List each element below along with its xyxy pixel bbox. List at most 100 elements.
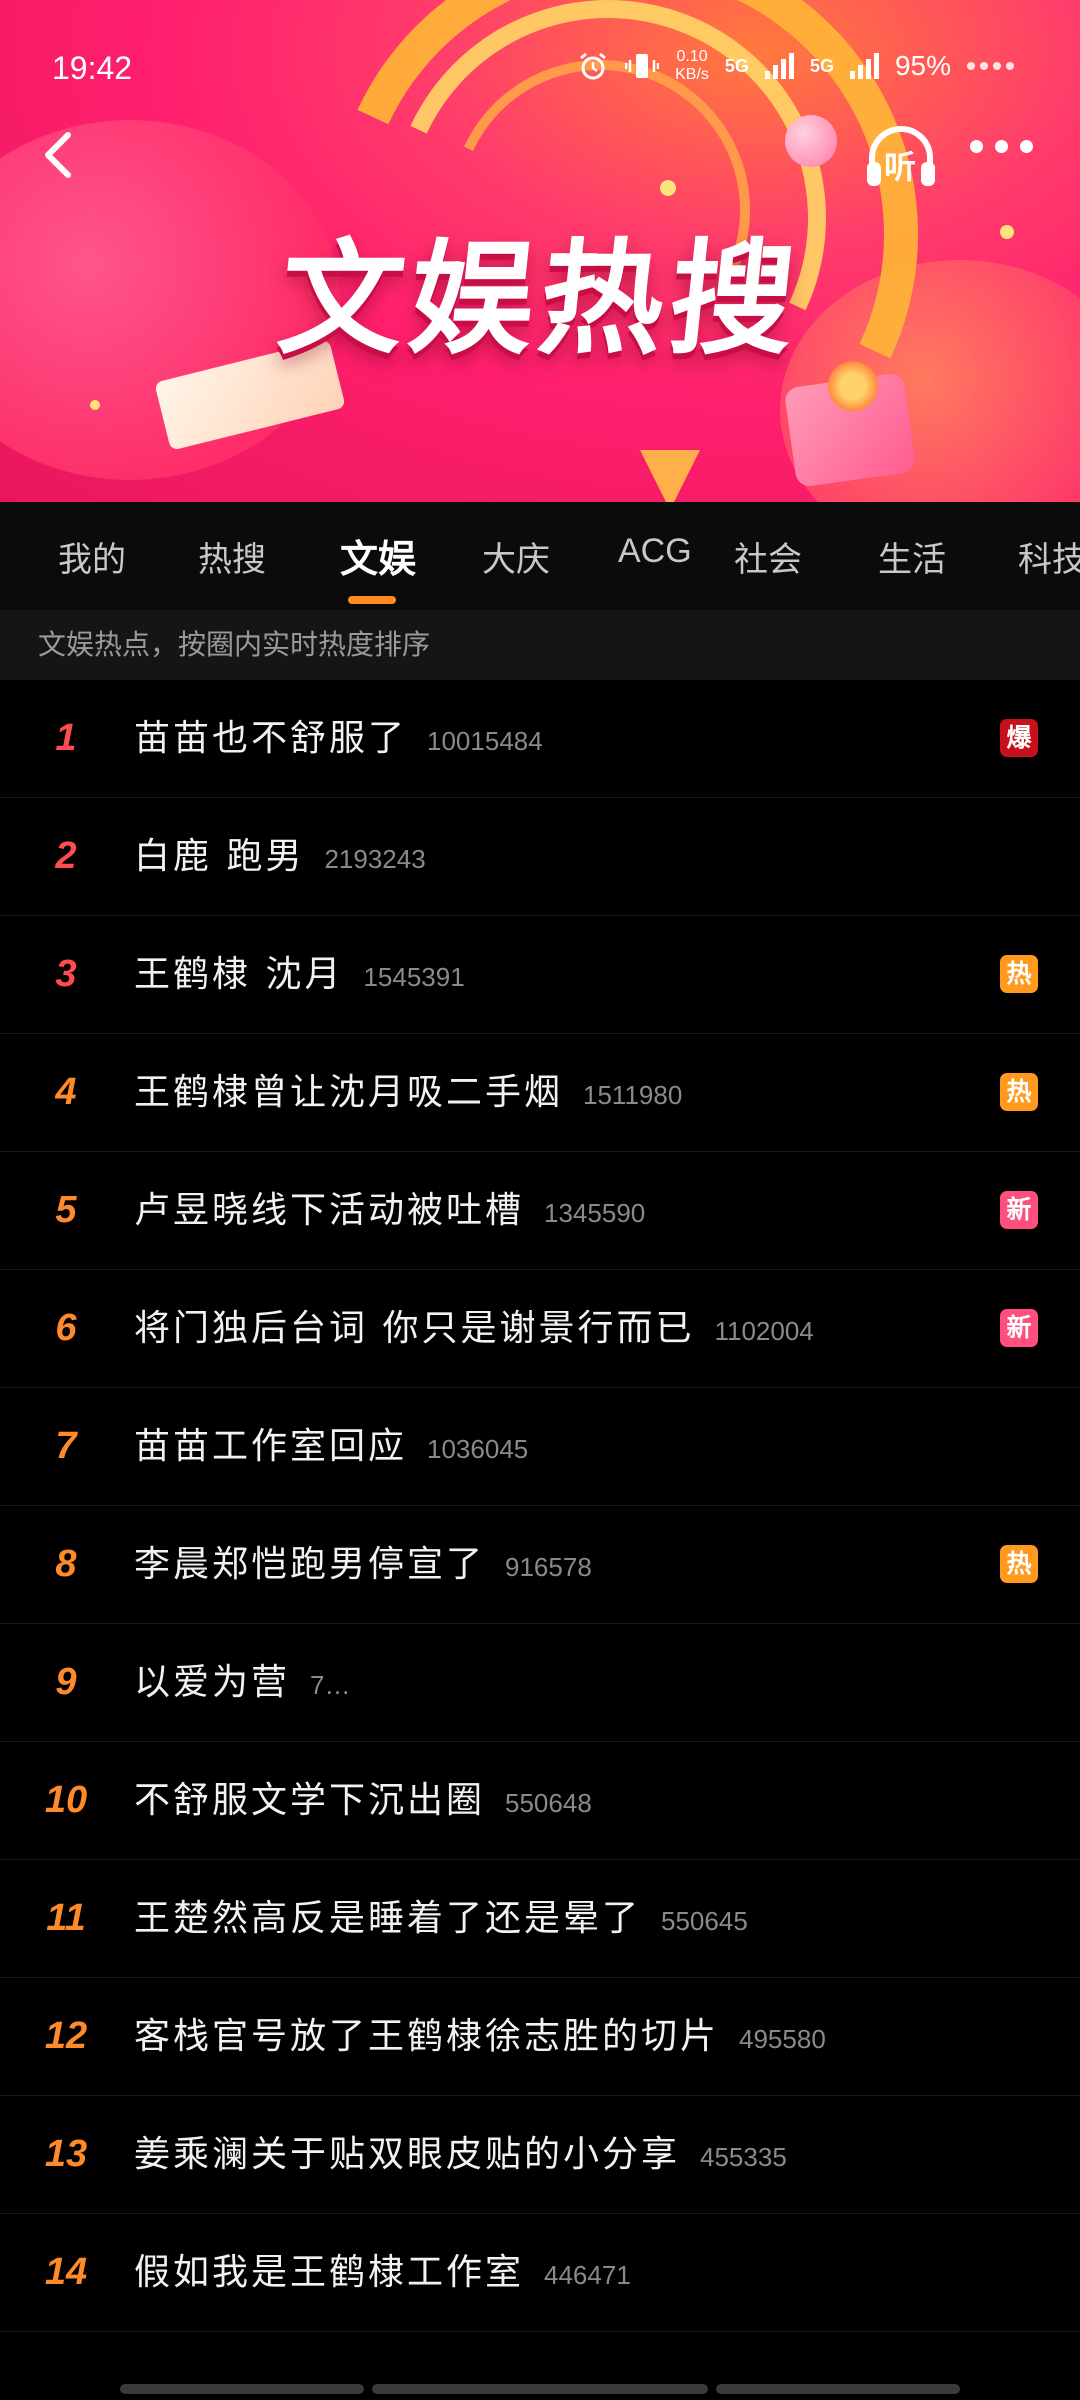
heat-count: 2193243 [324,844,426,874]
item-title-text: 苗苗也不舒服了 [134,718,408,759]
hot-search-list: 1 苗苗也不舒服了 10015484 爆 2 白鹿 跑男 2193243 3 王鹤棣 沈月 154… [0,680,1080,2332]
heat-count: 1545391 [363,962,465,992]
alarm-icon [580,52,607,80]
vibrate-icon [625,54,660,78]
list-item[interactable]: 4 王鹤棣曾让沈月吸二手烟 1511980 热 [0,1034,1080,1152]
status-icons: 0.10 KB/s 5G 5G 95% [577,48,1014,84]
heat-count: 550648 [505,1788,592,1818]
tab-hot-search[interactable]: 热搜 [198,532,266,581]
list-item[interactable]: 12 客栈官号放了王鹤棣徐志胜的切片 495580 [0,1978,1080,2096]
home-indicator [716,2384,960,2394]
tab-tech[interactable]: 科技 [1018,532,1080,581]
listen-button[interactable]: 听 [862,122,940,194]
item-title-text: 李晨郑恺跑男停宣了 [134,1544,486,1585]
list-item[interactable]: 1 苗苗也不舒服了 10015484 爆 [0,680,1080,798]
list-item[interactable]: 13 姜乘澜关于贴双眼皮贴的小分享 455335 [0,2096,1080,2214]
list-item[interactable]: 8 李晨郑恺跑男停宣了 916578 热 [0,1506,1080,1624]
active-tab-indicator [348,596,396,604]
heat-count: 455335 [700,2142,787,2172]
heat-count: 446471 [544,2260,631,2290]
list-item[interactable]: 14 假如我是王鹤棣工作室 446471 [0,2214,1080,2332]
rank-number: 13 [44,2133,88,2175]
sparkle-icon [660,180,676,196]
list-item[interactable]: 5 卢昱晓线下活动被吐槽 1345590 新 [0,1152,1080,1270]
signal-icon [849,53,879,79]
heat-count: 1036045 [427,1434,529,1464]
signal-icon [764,53,794,79]
sparkle-icon [90,400,100,410]
hot-badge: 爆 [1000,719,1038,757]
item-title-text: 白鹿 跑男 [134,836,305,877]
sparkle-icon [1000,225,1014,239]
heat-count: 1511980 [583,1080,683,1110]
item-title: 王鹤棣 沈月 1545391 [134,916,465,1033]
item-title-text: 不舒服文学下沉出圈 [134,1780,486,1821]
more-button[interactable] [970,140,1033,153]
list-item[interactable]: 3 王鹤棣 沈月 1545391 热 [0,916,1080,1034]
item-title: 以爱为营 7… [134,1624,350,1741]
hot-badge: 热 [1000,1545,1038,1583]
list-item[interactable]: 6 将门独后台词 你只是谢景行而已 1102004 新 [0,1270,1080,1388]
item-title: 假如我是王鹤棣工作室 446471 [134,2214,631,2331]
item-title: 姜乘澜关于贴双眼皮贴的小分享 455335 [134,2096,787,2213]
item-title: 王鹤棣曾让沈月吸二手烟 1511980 [134,1034,682,1151]
item-title-text: 卢昱晓线下活动被吐槽 [134,1190,525,1231]
heat-count: 550645 [661,1906,748,1936]
item-title: 客栈官号放了王鹤棣徐志胜的切片 495580 [134,1978,826,2095]
item-title: 不舒服文学下沉出圈 550648 [134,1742,592,1859]
heat-count: 495580 [739,2024,826,2054]
status-bar: 19:42 0.10 KB/s 5G 5G 95% [0,0,1080,140]
battery-icon [967,62,1014,70]
battery-level: 95% [894,50,951,81]
rank-number: 5 [55,1189,77,1231]
listen-label: 听 [884,148,917,186]
network-type: 5G [724,55,749,76]
rank-number: 2 [55,835,77,877]
list-item[interactable]: 2 白鹿 跑男 2193243 [0,798,1080,916]
hot-badge: 热 [1000,955,1038,993]
list-description: 文娱热点，按圈内实时热度排序 [0,610,1080,680]
list-item[interactable]: 7 苗苗工作室回应 1036045 [0,1388,1080,1506]
banner-decoration [640,450,700,502]
status-time: 19:42 [52,50,133,86]
back-button[interactable] [30,125,90,185]
heat-count: 7… [310,1670,351,1700]
list-description-text: 文娱热点，按圈内实时热度排序 [38,628,431,661]
more-dots-icon [970,140,983,153]
tab-life[interactable]: 生活 [878,532,946,581]
item-title-text: 姜乘澜关于贴双眼皮贴的小分享 [134,2134,681,2175]
list-item[interactable]: 10 不舒服文学下沉出圈 550648 [0,1742,1080,1860]
list-item[interactable]: 11 王楚然高反是睡着了还是晕了 550645 [0,1860,1080,1978]
rank-number: 6 [55,1307,77,1349]
network-type: 5G [809,55,834,76]
item-title: 卢昱晓线下活动被吐槽 1345590 [134,1152,645,1269]
tab-society[interactable]: 社会 [734,532,802,581]
hot-badge: 新 [1000,1309,1038,1347]
item-title-text: 王鹤棣 沈月 [134,954,344,995]
item-title-text: 客栈官号放了王鹤棣徐志胜的切片 [134,2016,720,2057]
rank-number: 7 [55,1425,77,1467]
tab-acg[interactable]: ACG [618,532,692,571]
item-title-text: 王鹤棣曾让沈月吸二手烟 [134,1072,564,1113]
item-title-text: 以爱为营 [134,1662,291,1703]
item-title-text: 假如我是王鹤棣工作室 [134,2252,525,2293]
home-indicator [120,2384,364,2394]
tab-entertainment[interactable]: 文娱 [340,528,416,583]
banner-title: 文娱热搜 [272,228,808,372]
hot-badge: 热 [1000,1073,1038,1111]
rank-number: 8 [55,1543,77,1585]
rank-number: 4 [55,1071,77,1113]
item-title: 将门独后台词 你只是谢景行而已 1102004 [134,1270,814,1387]
item-title: 王楚然高反是睡着了还是晕了 550645 [134,1860,748,1977]
heat-count: 1345590 [544,1198,646,1228]
tab-daqing[interactable]: 大庆 [482,532,550,581]
heat-count: 10015484 [427,726,543,756]
home-indicator [372,2384,708,2394]
hot-badge: 新 [1000,1191,1038,1229]
item-title-text: 苗苗工作室回应 [134,1426,408,1467]
list-item[interactable]: 9 以爱为营 7… [0,1624,1080,1742]
rank-number: 9 [55,1661,77,1703]
tab-mine[interactable]: 我的 [58,532,126,581]
item-title: 苗苗也不舒服了 10015484 [134,680,543,797]
item-title-text: 将门独后台词 你只是谢景行而已 [134,1308,695,1349]
